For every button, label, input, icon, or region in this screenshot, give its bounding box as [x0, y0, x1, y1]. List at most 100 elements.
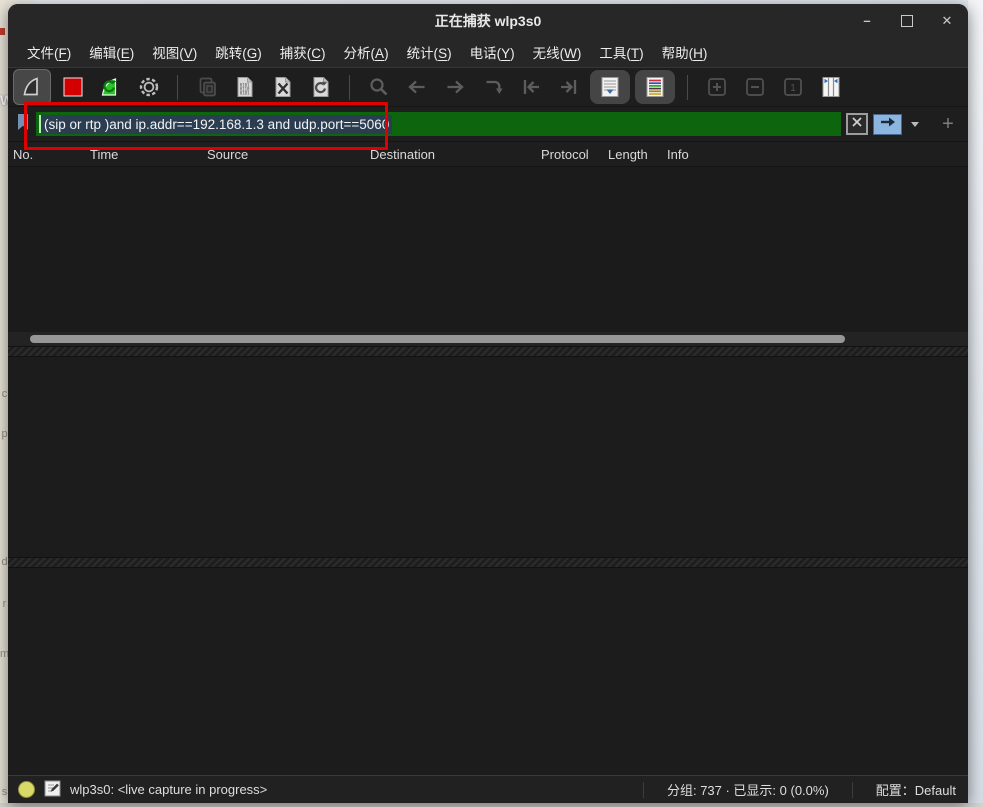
- scrollbar-thumb[interactable]: [30, 335, 845, 343]
- menu-help[interactable]: 帮助(H): [653, 38, 717, 66]
- menu-file[interactable]: 文件(F): [18, 38, 80, 66]
- packet-list-pane[interactable]: [8, 167, 968, 332]
- gear-icon: [137, 75, 161, 99]
- bookmark-icon: [15, 112, 31, 137]
- menu-telephony[interactable]: 电话(Y): [461, 38, 524, 66]
- column-header-destination[interactable]: Destination: [365, 147, 536, 162]
- go-last-packet-button[interactable]: [552, 72, 585, 103]
- filter-selected-text: (sip or rtp )and ip.addr==192.168.1.3 an…: [41, 115, 392, 134]
- open-capture-file-button[interactable]: [190, 72, 223, 103]
- menu-statistics[interactable]: 统计(S): [398, 38, 461, 66]
- statusbar-separator: [643, 782, 644, 798]
- toolbar-separator: [687, 75, 688, 100]
- minimize-button[interactable]: –: [860, 14, 874, 28]
- column-header-length[interactable]: Length: [603, 147, 662, 162]
- arrow-left-icon: [405, 75, 429, 99]
- stop-square-icon: [61, 75, 85, 99]
- filter-add-button[interactable]: +: [938, 114, 958, 134]
- pane-splitter-top[interactable]: [8, 346, 968, 357]
- svg-text:1: 1: [790, 83, 796, 94]
- stop-capture-button[interactable]: [56, 72, 89, 103]
- menu-wireless[interactable]: 无线(W): [524, 38, 591, 66]
- arrow-right-icon: [443, 75, 467, 99]
- menu-edit[interactable]: 编辑(E): [80, 38, 143, 66]
- filter-bookmark-button[interactable]: [15, 112, 31, 137]
- statusbar-separator: [852, 782, 853, 798]
- background-artifact-dot: [0, 28, 5, 35]
- reload-capture-file-button[interactable]: [304, 72, 337, 103]
- menu-tools[interactable]: 工具(T): [590, 38, 652, 66]
- resize-columns-icon: [819, 75, 843, 99]
- go-first-packet-button[interactable]: [514, 72, 547, 103]
- start-capture-button[interactable]: [13, 69, 51, 105]
- auto-scroll-toggle-button[interactable]: [590, 70, 630, 104]
- shark-fin-restart-icon: [99, 75, 123, 99]
- menu-analyze[interactable]: 分析(A): [335, 38, 398, 66]
- horizontal-scrollbar[interactable]: [8, 332, 968, 346]
- find-packet-button[interactable]: [362, 72, 395, 103]
- main-toolbar: 010101100101 1: [8, 67, 968, 106]
- column-header-no[interactable]: No.: [8, 147, 85, 162]
- display-filter-bar: (sip or rtp )and ip.addr==192.168.1.3 an…: [8, 106, 968, 141]
- shark-fin-icon: [20, 75, 44, 99]
- close-capture-file-button[interactable]: [266, 72, 299, 103]
- desktop-background-right: [968, 0, 983, 807]
- svg-text:0101: 0101: [239, 91, 249, 96]
- doc-reload-icon: [309, 75, 333, 99]
- colorize-toggle-button[interactable]: [635, 70, 675, 104]
- restart-capture-button[interactable]: [94, 72, 127, 103]
- zoom-in-button[interactable]: [700, 72, 733, 103]
- zoom-normal-icon: 1: [781, 75, 805, 99]
- zoom-100-button[interactable]: 1: [776, 72, 809, 103]
- go-forward-button[interactable]: [438, 72, 471, 103]
- filter-history-dropdown[interactable]: [907, 115, 923, 134]
- packet-details-pane[interactable]: [8, 357, 968, 557]
- capture-comment-icon[interactable]: [44, 780, 61, 800]
- chevron-down-icon: [911, 122, 919, 127]
- arrow-first-icon: [519, 75, 543, 99]
- menu-bar: 文件(F)编辑(E)视图(V)跳转(G)捕获(C)分析(A)统计(S)电话(Y)…: [8, 37, 968, 67]
- doc-binary-icon: 010101100101: [233, 75, 257, 99]
- column-header-time[interactable]: Time: [85, 147, 202, 162]
- magnifier-icon: [367, 75, 391, 99]
- menu-view[interactable]: 视图(V): [143, 38, 206, 66]
- capture-options-button[interactable]: [132, 72, 165, 103]
- window-controls: – ✕: [860, 4, 954, 37]
- packet-list-header: No.TimeSourceDestinationProtocolLengthIn…: [8, 141, 968, 167]
- column-header-protocol[interactable]: Protocol: [536, 147, 603, 162]
- column-header-source[interactable]: Source: [202, 147, 365, 162]
- status-bar: wlp3s0: <live capture in progress> 分组: 7…: [8, 775, 968, 803]
- go-to-packet-button[interactable]: [476, 72, 509, 103]
- toolbar-separator: [349, 75, 350, 100]
- desktop-background-bottom: [0, 803, 983, 807]
- column-header-info[interactable]: Info: [662, 147, 968, 162]
- packet-stats-text: 分组: 737 · 已显示: 0 (0.0%): [667, 780, 829, 799]
- resize-columns-button[interactable]: [814, 72, 847, 103]
- toolbar-separator: [177, 75, 178, 100]
- maximize-button[interactable]: [901, 15, 913, 27]
- pane-splitter-bottom[interactable]: [8, 557, 968, 568]
- zoom-out-button[interactable]: [738, 72, 771, 103]
- capture-status-text: wlp3s0: <live capture in progress>: [70, 782, 634, 797]
- title-bar[interactable]: 正在捕获 wlp3s0 – ✕: [8, 4, 968, 37]
- profile-selector[interactable]: 配置：Default: [876, 780, 956, 799]
- arrow-last-icon: [557, 75, 581, 99]
- expert-info-icon[interactable]: [18, 781, 35, 798]
- arrow-jump-icon: [481, 75, 505, 99]
- go-back-button[interactable]: [400, 72, 433, 103]
- filter-apply-button[interactable]: [873, 114, 902, 135]
- display-filter-input[interactable]: (sip or rtp )and ip.addr==192.168.1.3 an…: [36, 112, 841, 136]
- packet-bytes-pane[interactable]: [8, 568, 968, 775]
- menu-capture[interactable]: 捕获(C): [271, 38, 335, 66]
- zoom-out-icon: [743, 75, 767, 99]
- menu-go[interactable]: 跳转(G): [206, 38, 271, 66]
- zoom-in-icon: [705, 75, 729, 99]
- window-title: 正在捕获 wlp3s0: [435, 11, 542, 31]
- folder-stack-icon: [195, 75, 219, 99]
- save-capture-file-button[interactable]: 010101100101: [228, 72, 261, 103]
- filter-clear-button[interactable]: [846, 113, 868, 135]
- autoscroll-doc-icon: [598, 75, 622, 99]
- doc-close-icon: [271, 75, 295, 99]
- close-button[interactable]: ✕: [940, 14, 954, 28]
- close-icon: [851, 115, 863, 133]
